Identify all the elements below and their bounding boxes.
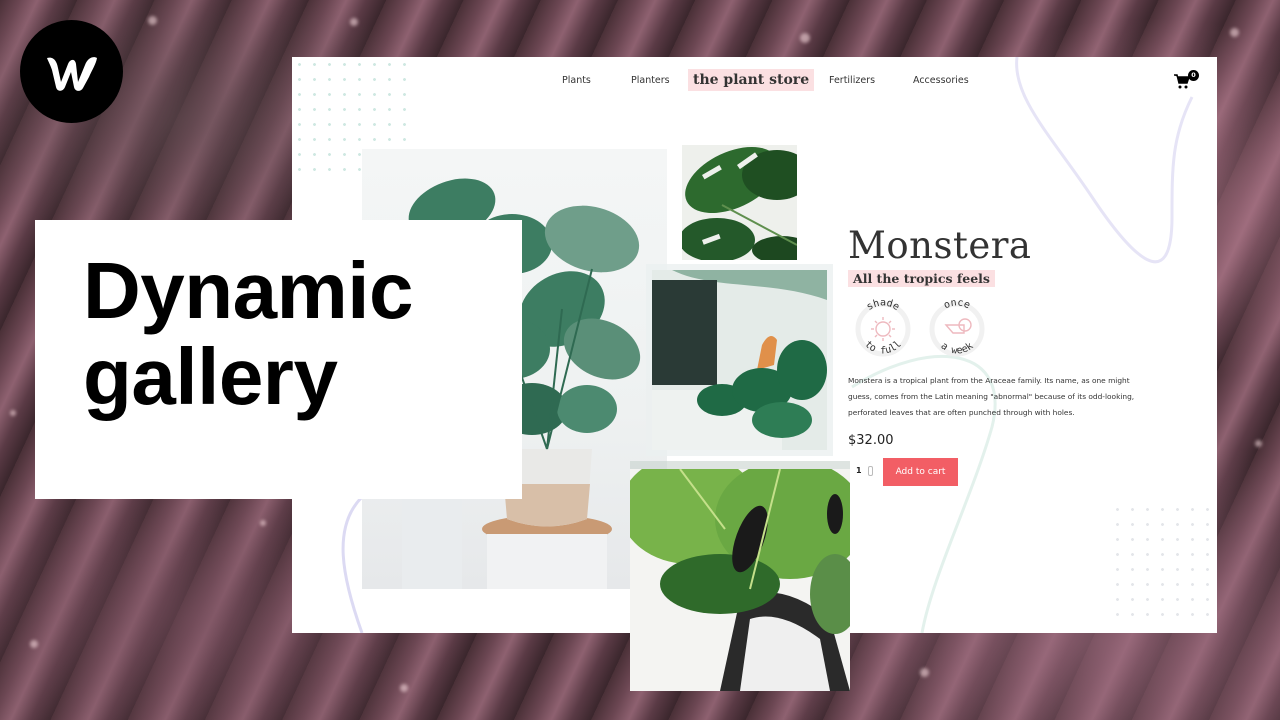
product-info: Monstera All the tropics feels shade to … <box>848 227 1148 486</box>
badge-bottom-text: to full <box>862 339 903 356</box>
gallery-image-leaf-closeup[interactable] <box>682 145 797 260</box>
living-room-plants-image <box>652 270 827 450</box>
title-card: Dynamic gallery <box>35 220 522 499</box>
bokeh-light <box>400 684 408 692</box>
add-to-cart-form: 1 Add to cart <box>848 458 1148 486</box>
monstera-shoes-image <box>630 469 850 691</box>
badge-top-text: shade <box>865 298 901 313</box>
bokeh-light <box>10 410 16 416</box>
bokeh-light <box>260 520 266 526</box>
cart-button[interactable]: 0 <box>1172 70 1202 95</box>
nav-item-planters[interactable]: Planters <box>631 75 670 86</box>
webflow-logo-icon <box>46 56 97 91</box>
product-tagline: All the tropics feels <box>848 270 995 287</box>
bokeh-light <box>148 16 157 25</box>
top-nav: Plants Planters the plant store Fertiliz… <box>292 69 1217 95</box>
bokeh-light <box>920 668 929 677</box>
brand-logo[interactable]: the plant store <box>688 69 815 91</box>
webflow-logo <box>20 20 123 123</box>
add-to-cart-button[interactable]: Add to cart <box>883 458 958 486</box>
monstera-leaves-image <box>682 146 797 260</box>
light-badge: shade to full <box>852 295 914 361</box>
bokeh-light <box>1230 28 1239 37</box>
quantity-input[interactable]: 1 <box>856 466 862 475</box>
watering-can-icon <box>944 318 972 334</box>
svg-text:shade: shade <box>865 298 901 313</box>
product-description: Monstera is a tropical plant from the Ar… <box>848 376 1135 417</box>
gallery-image-living-room[interactable] <box>652 270 827 450</box>
product-price: $32.00 <box>848 433 894 448</box>
gallery-image-leaves-shoes[interactable] <box>630 469 850 691</box>
bokeh-light <box>1255 440 1262 447</box>
nav-item-accessories[interactable]: Accessories <box>913 75 969 86</box>
bokeh-light <box>800 33 810 43</box>
water-badge: once a week <box>926 295 988 361</box>
nav-item-fertilizers[interactable]: Fertilizers <box>829 75 875 86</box>
cart-count-badge: 0 <box>1188 70 1199 81</box>
bokeh-light <box>350 18 358 26</box>
svg-text:to full: to full <box>862 339 903 356</box>
title-line-2: gallery <box>83 332 338 421</box>
sun-icon <box>871 317 895 341</box>
care-badges: shade to full once a week <box>848 295 1148 365</box>
product-title: Monstera <box>848 224 1032 267</box>
nav-item-plants[interactable]: Plants <box>562 75 591 86</box>
bokeh-light <box>30 640 38 648</box>
quantity-stepper[interactable] <box>868 466 873 476</box>
title-line-1: Dynamic <box>83 246 413 335</box>
dot-pattern <box>1110 502 1210 627</box>
